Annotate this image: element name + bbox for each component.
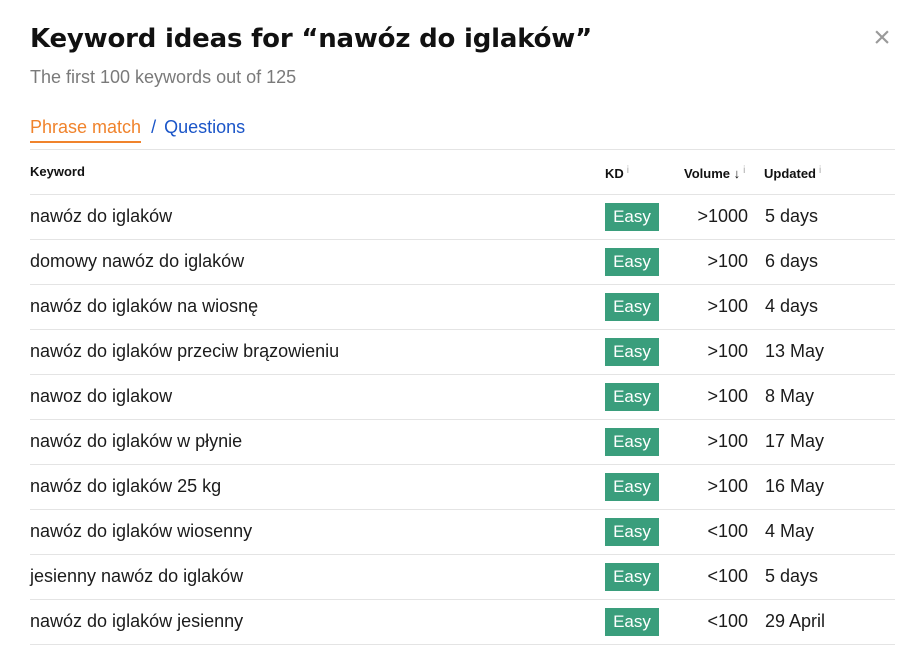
kd-badge: Easy (605, 473, 659, 501)
updated-cell: 29 April (765, 611, 826, 631)
tab-questions[interactable]: Questions (164, 117, 245, 138)
info-icon[interactable]: i (819, 165, 821, 176)
volume-cell: <100 (707, 566, 748, 586)
volume-cell: <100 (707, 521, 748, 541)
volume-cell: >100 (707, 386, 748, 406)
kd-badge: Easy (605, 203, 659, 231)
keyword-cell[interactable]: nawóz do iglaków jesienny (30, 611, 243, 632)
match-tabs: Phrase match / Questions (30, 117, 245, 143)
keyword-cell[interactable]: nawóz do iglaków w płynie (30, 431, 242, 452)
tab-separator: / (151, 117, 157, 137)
close-icon[interactable]: × (868, 23, 896, 53)
keyword-cell[interactable]: nawóz do iglaków na wiosnę (30, 296, 258, 317)
kd-badge: Easy (605, 608, 659, 636)
table-row: nawóz do iglaków przeciw brązowieniu Eas… (30, 330, 895, 375)
table-row: nawóz do iglaków jesienny Easy <100 29 A… (30, 600, 895, 645)
column-header-kd: KD i (605, 165, 629, 181)
dialog-title: Keyword ideas for “nawóz do iglaków” (30, 24, 592, 54)
volume-cell: >100 (707, 296, 748, 316)
info-icon[interactable]: i (743, 165, 745, 176)
updated-cell: 6 days (765, 251, 819, 271)
updated-cell: 5 days (765, 566, 819, 586)
kd-badge: Easy (605, 428, 659, 456)
tab-phrase-match[interactable]: Phrase match (30, 117, 142, 143)
kd-badge: Easy (605, 293, 659, 321)
info-icon[interactable]: i (627, 165, 629, 176)
keyword-cell[interactable]: jesienny nawóz do iglaków (30, 566, 243, 587)
updated-cell: 4 May (765, 521, 815, 541)
column-header-updated: Updated i (764, 165, 821, 181)
column-header-updated-label: Updated (764, 166, 816, 181)
dialog-subtitle: The first 100 keywords out of 125 (30, 67, 297, 87)
updated-cell: 16 May (765, 476, 825, 496)
table-row: nawóz do iglaków w płynie Easy >100 17 M… (30, 420, 895, 465)
kd-badge: Easy (605, 563, 659, 591)
keyword-cell[interactable]: nawóz do iglaków 25 kg (30, 476, 221, 497)
table-row: nawóz do iglaków na wiosnę Easy >100 4 d… (30, 285, 895, 330)
volume-cell: <100 (707, 611, 748, 631)
volume-cell: >100 (707, 476, 748, 496)
updated-cell: 4 days (765, 296, 819, 316)
table-row: nawóz do iglaków Easy >1000 5 days (30, 195, 895, 240)
keyword-cell[interactable]: nawóz do iglaków (30, 206, 172, 227)
keyword-cell[interactable]: nawóz do iglaków wiosenny (30, 521, 252, 542)
keyword-cell[interactable]: nawóz do iglaków przeciw brązowieniu (30, 341, 339, 362)
column-header-kd-label: KD (605, 166, 624, 181)
table-row: nawóz do iglaków 25 kg Easy >100 16 May (30, 465, 895, 510)
keyword-table-body: nawóz do iglaków Easy >1000 5 days domow… (30, 195, 895, 645)
volume-cell: >100 (707, 251, 748, 271)
table-row: nawóz do iglaków wiosenny Easy <100 4 Ma… (30, 510, 895, 555)
keyword-cell[interactable]: domowy nawóz do iglaków (30, 251, 244, 272)
table-header: Keyword KD i Volume ↓ i Updated i (30, 150, 895, 195)
keyword-cell[interactable]: nawoz do iglakow (30, 386, 172, 407)
kd-badge: Easy (605, 518, 659, 546)
kd-badge: Easy (605, 383, 659, 411)
volume-cell: >1000 (697, 206, 748, 226)
column-header-keyword: Keyword (30, 164, 85, 179)
updated-cell: 8 May (765, 386, 815, 406)
updated-cell: 13 May (765, 341, 825, 361)
updated-cell: 17 May (765, 431, 825, 451)
kd-badge: Easy (605, 248, 659, 276)
volume-cell: >100 (707, 431, 748, 451)
volume-cell: >100 (707, 341, 748, 361)
kd-badge: Easy (605, 338, 659, 366)
table-row: domowy nawóz do iglaków Easy >100 6 days (30, 240, 895, 285)
table-row: nawoz do iglakow Easy >100 8 May (30, 375, 895, 420)
column-header-volume[interactable]: Volume ↓ i (684, 165, 745, 181)
column-header-volume-label[interactable]: Volume ↓ (684, 166, 740, 181)
updated-cell: 5 days (765, 206, 819, 226)
table-row: jesienny nawóz do iglaków Easy <100 5 da… (30, 555, 895, 600)
